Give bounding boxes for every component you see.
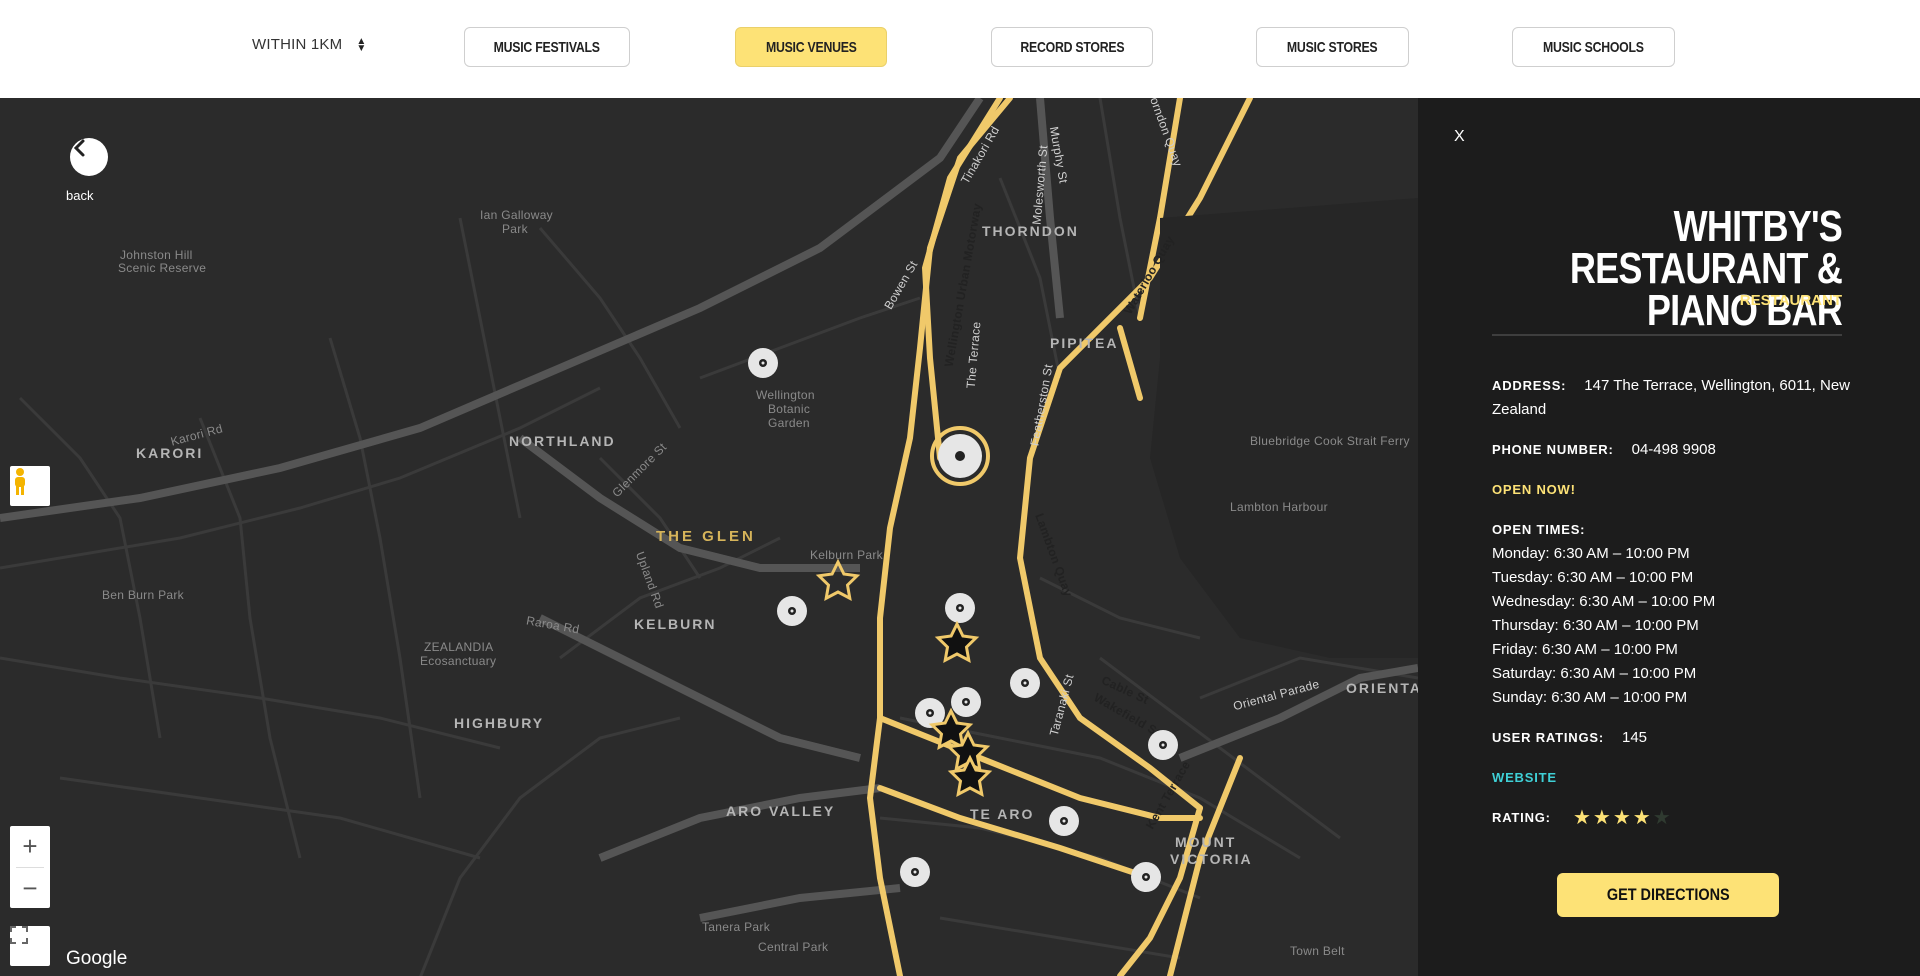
filter-label: Record Stores <box>1020 38 1124 56</box>
suburb-label: TE ARO <box>970 806 1035 822</box>
filter-label: Music Festivals <box>493 38 601 56</box>
select-arrows-icon: ▲ ▼ <box>356 35 367 54</box>
hours-wednesday: Wednesday: 6:30 AM – 10:00 PM <box>1492 593 1716 610</box>
filter-label: Music Venues <box>765 38 857 56</box>
place-label: Town Belt <box>1290 944 1345 958</box>
place-label: Park <box>502 222 528 236</box>
suburb-label: MOUNT <box>1175 834 1237 850</box>
suburb-label: THORNDON <box>982 223 1079 239</box>
suburb-label: HIGHBURY <box>454 715 545 731</box>
phone-value: 04-498 9908 <box>1631 441 1716 458</box>
place-label: Scenic Reserve <box>118 261 207 275</box>
filter-label: Music Schools <box>1543 38 1644 56</box>
suburb-label: KARORI <box>136 445 204 461</box>
place-label: ZEALANDIA <box>424 640 494 654</box>
phone-row: PHONE NUMBER: 04-498 9908 <box>1492 438 1852 462</box>
user-ratings-label: USER RATINGS: <box>1492 730 1604 745</box>
suburb-label: ARO VALLEY <box>726 803 836 819</box>
back-button[interactable] <box>70 138 108 176</box>
divider <box>1492 334 1842 336</box>
suburb-label: VICTORIA <box>1170 851 1253 867</box>
place-label: Garden <box>768 416 810 430</box>
place-label: Ian Galloway <box>480 208 553 222</box>
place-label: Botanic <box>768 402 811 416</box>
zoom-in-button[interactable]: + <box>10 826 50 867</box>
hours-monday: Monday: 6:30 AM – 10:00 PM <box>1492 545 1690 562</box>
star-icon: ★ <box>1612 807 1631 830</box>
venue-details-panel: X WHITBY'S RESTAURANT & PIANO BAR RESTAU… <box>1418 98 1920 976</box>
distance-value: WITHIN 1KM <box>252 36 343 53</box>
suburb-label: THE GLEN <box>656 528 756 545</box>
venue-name: WHITBY'S RESTAURANT & PIANO BAR <box>1462 202 1843 335</box>
place-label: Bluebridge Cook Strait Ferry <box>1250 434 1410 448</box>
chevron-left-icon <box>73 139 85 157</box>
star-icon: ★ <box>1632 807 1651 830</box>
filter-music-festivals-button[interactable]: Music Festivals <box>464 27 630 67</box>
hours-sunday: Sunday: 6:30 AM – 10:00 PM <box>1492 689 1688 706</box>
place-label: Central Park <box>758 940 829 954</box>
address-label: ADDRESS: <box>1492 378 1567 393</box>
get-directions-label: GET DIRECTIONS <box>1606 885 1730 904</box>
filter-record-stores-button[interactable]: Record Stores <box>991 27 1153 67</box>
place-label: Ben Burn Park <box>102 588 184 602</box>
address-row: ADDRESS: 147 The Terrace, Wellington, 601… <box>1492 374 1852 422</box>
map[interactable]: KARORI NORTHLAND THE GLEN KELBURN HIGHBU… <box>0 98 1418 976</box>
filter-music-venues-button[interactable]: Music Venues <box>735 27 887 67</box>
open-times-label: OPEN TIMES: <box>1492 522 1586 537</box>
close-button[interactable]: X <box>1454 128 1465 146</box>
place-label: Wellington <box>756 388 815 402</box>
suburb-label: NORTHLAND <box>509 433 616 449</box>
venue-info: ADDRESS: 147 The Terrace, Wellington, 601… <box>1492 374 1852 846</box>
suburb-label: PIPITEA <box>1050 335 1119 351</box>
back-label: back <box>66 188 94 203</box>
zoom-out-button[interactable]: − <box>10 868 50 909</box>
user-ratings-count: 145 <box>1622 729 1648 746</box>
suburb-label: ORIENTA <box>1346 680 1418 696</box>
zoom-control: + − <box>10 826 50 908</box>
hours-tuesday: Tuesday: 6:30 AM – 10:00 PM <box>1492 569 1694 586</box>
hours-thursday: Thursday: 6:30 AM – 10:00 PM <box>1492 617 1699 634</box>
suburb-label: KELBURN <box>634 616 717 632</box>
filter-label: Music Stores <box>1287 38 1378 56</box>
star-icon: ★ <box>1652 807 1671 830</box>
place-label: Lambton Harbour <box>1230 500 1328 514</box>
rating-stars: ★ ★ ★ ★ ★ <box>1573 806 1671 830</box>
open-now-status: OPEN NOW! <box>1492 482 1576 497</box>
user-ratings-row: USER RATINGS: 145 <box>1492 726 1852 750</box>
distance-select[interactable]: WITHIN 1KM ▲ ▼ <box>252 36 366 53</box>
fullscreen-button[interactable] <box>10 926 50 966</box>
venue-name-text: WHITBY'S RESTAURANT & PIANO BAR <box>1569 202 1843 335</box>
place-label: Tanera Park <box>702 920 770 934</box>
rating-row: RATING: ★ ★ ★ ★ ★ <box>1492 806 1852 830</box>
open-times: OPEN TIMES: Monday: 6:30 AM – 10:00 PM T… <box>1492 518 1852 710</box>
place-label: Johnston Hill <box>120 248 193 262</box>
place-label: Ecosanctuary <box>420 654 497 668</box>
filter-bar: WITHIN 1KM ▲ ▼ Music Festivals Music Venu… <box>0 0 1920 98</box>
google-attribution: Google <box>66 948 128 969</box>
filter-music-stores-button[interactable]: Music Stores <box>1256 27 1409 67</box>
phone-label: PHONE NUMBER: <box>1492 442 1614 457</box>
fullscreen-icon <box>10 926 28 944</box>
street-view-pegman-icon[interactable] <box>10 466 50 506</box>
filter-music-schools-button[interactable]: Music Schools <box>1512 27 1675 67</box>
place-label: Kelburn Park <box>810 548 883 562</box>
star-icon: ★ <box>1592 807 1611 830</box>
hours-friday: Friday: 6:30 AM – 10:00 PM <box>1492 641 1678 658</box>
venue-type: RESTAURANT <box>1739 292 1842 309</box>
hours-saturday: Saturday: 6:30 AM – 10:00 PM <box>1492 665 1697 682</box>
website-link[interactable]: WEBSITE <box>1492 766 1852 790</box>
rating-label: RATING: <box>1492 810 1551 825</box>
star-icon: ★ <box>1572 807 1591 830</box>
get-directions-button[interactable]: GET DIRECTIONS <box>1557 873 1779 917</box>
